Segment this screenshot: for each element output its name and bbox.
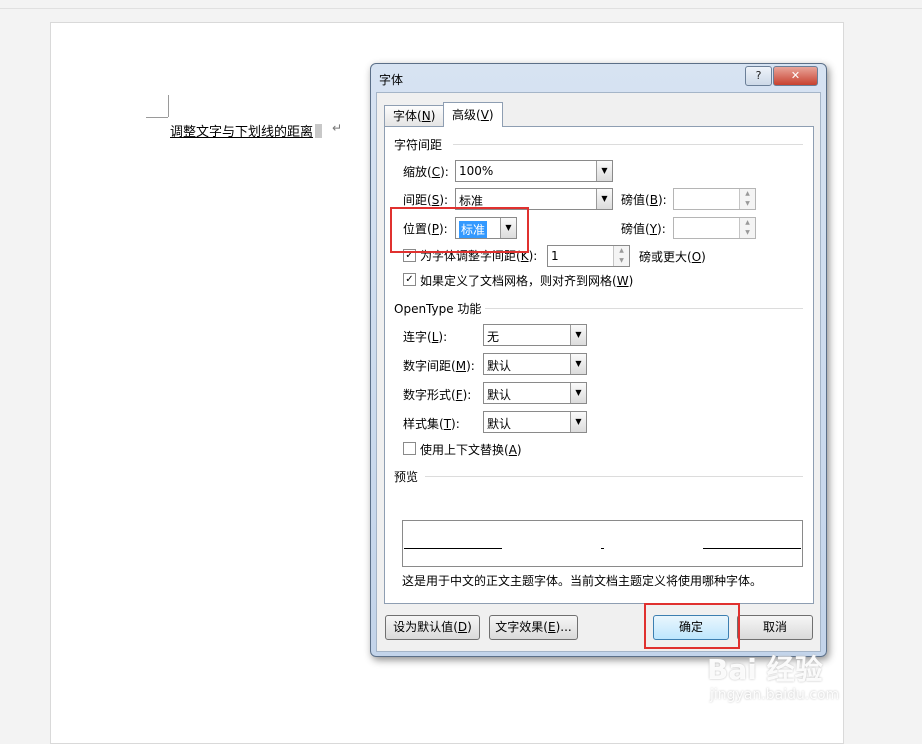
paragraph-mark: ↵ [332,121,343,135]
chevron-down-icon[interactable]: ▼ [570,412,586,432]
preview-line [404,548,502,549]
spacing-label: 间距(S): [403,193,449,207]
spin-arrows-icon[interactable]: ▲ ▼ [613,246,629,266]
text-effects-button[interactable]: 文字效果(E)... [489,615,578,640]
snap-grid-label[interactable]: 如果定义了文档网格，则对齐到网格(W) [420,272,633,289]
group-divider [485,308,803,309]
ruler-line [0,8,922,9]
margin-marker [168,95,169,117]
watermark-logo: Bai 经验 [707,653,823,686]
document-text[interactable]: 调整文字与下划线的距离 [170,121,323,140]
chevron-down-icon[interactable]: ▼ [596,161,612,181]
ligatures-label: 连字(L): [403,330,448,344]
opentype-heading: OpenType 功能 [394,302,482,316]
number-forms-select[interactable]: 默认 ▼ [483,382,587,404]
position-by-input[interactable]: ▲ ▼ [673,217,756,239]
advanced-panel: 字符间距 缩放(C): 100% ▼ 间距(S): 标准 ▼ 磅值(B): ▲ ▼ 位… [384,126,814,604]
preview-heading: 预览 [394,470,419,484]
chevron-down-icon[interactable]: ▼ [596,189,612,209]
scale-label: 缩放(C): [403,165,449,179]
spacing-by-input[interactable]: ▲ ▼ [673,188,756,210]
tab-advanced[interactable]: 高级(V) [443,102,503,127]
highlight-position [390,207,529,253]
chevron-down-icon[interactable]: ▼ [570,325,586,345]
highlight-ok [644,603,740,649]
kerning-suffix: 磅或更大(O) [639,250,706,264]
font-dialog: 字体 ? ✕ 字体(N) 高级(V) 字符间距 缩放(C): 100% ▼ 间距(… [370,63,827,657]
set-default-button[interactable]: 设为默认值(D) [385,615,480,640]
snap-grid-checkbox[interactable]: ✓ [403,273,416,286]
number-forms-label: 数字形式(F): [403,388,472,402]
text-selection [315,124,323,138]
kerning-input[interactable]: 1 ▲ ▼ [547,245,630,267]
stylistic-sets-label: 样式集(T): [403,417,460,431]
number-spacing-label: 数字间距(M): [403,359,475,373]
preview-line [703,548,801,549]
group-divider [453,144,803,145]
tab-font[interactable]: 字体(N) [384,105,445,127]
spin-arrows-icon[interactable]: ▲ ▼ [739,218,755,238]
preview-box [402,520,803,567]
margin-marker [146,117,168,118]
char-spacing-heading: 字符间距 [394,138,443,152]
spin-arrows-icon[interactable]: ▲ ▼ [739,189,755,209]
dialog-title: 字体 [379,73,404,87]
group-divider [425,476,803,477]
spacing-by-label: 磅值(B): [621,193,667,207]
stylistic-sets-select[interactable]: 默认 ▼ [483,411,587,433]
watermark-url: jingyan.baidu.com [710,687,840,703]
preview-description: 这是用于中文的正文主题字体。当前文档主题定义将使用哪种字体。 [402,574,763,588]
contextual-label[interactable]: 使用上下文替换(A) [420,441,522,458]
close-button[interactable]: ✕ [773,66,818,86]
preview-line [601,548,604,549]
contextual-checkbox[interactable] [403,442,416,455]
cancel-button[interactable]: 取消 [737,615,813,640]
dialog-client: 字体(N) 高级(V) 字符间距 缩放(C): 100% ▼ 间距(S): 标准 ▼… [376,92,821,652]
help-button[interactable]: ? [745,66,772,86]
position-by-label: 磅值(Y): [621,222,666,236]
chevron-down-icon[interactable]: ▼ [570,383,586,403]
number-spacing-select[interactable]: 默认 ▼ [483,353,587,375]
ligatures-select[interactable]: 无 ▼ [483,324,587,346]
scale-select[interactable]: 100% ▼ [455,160,613,182]
chevron-down-icon[interactable]: ▼ [570,354,586,374]
